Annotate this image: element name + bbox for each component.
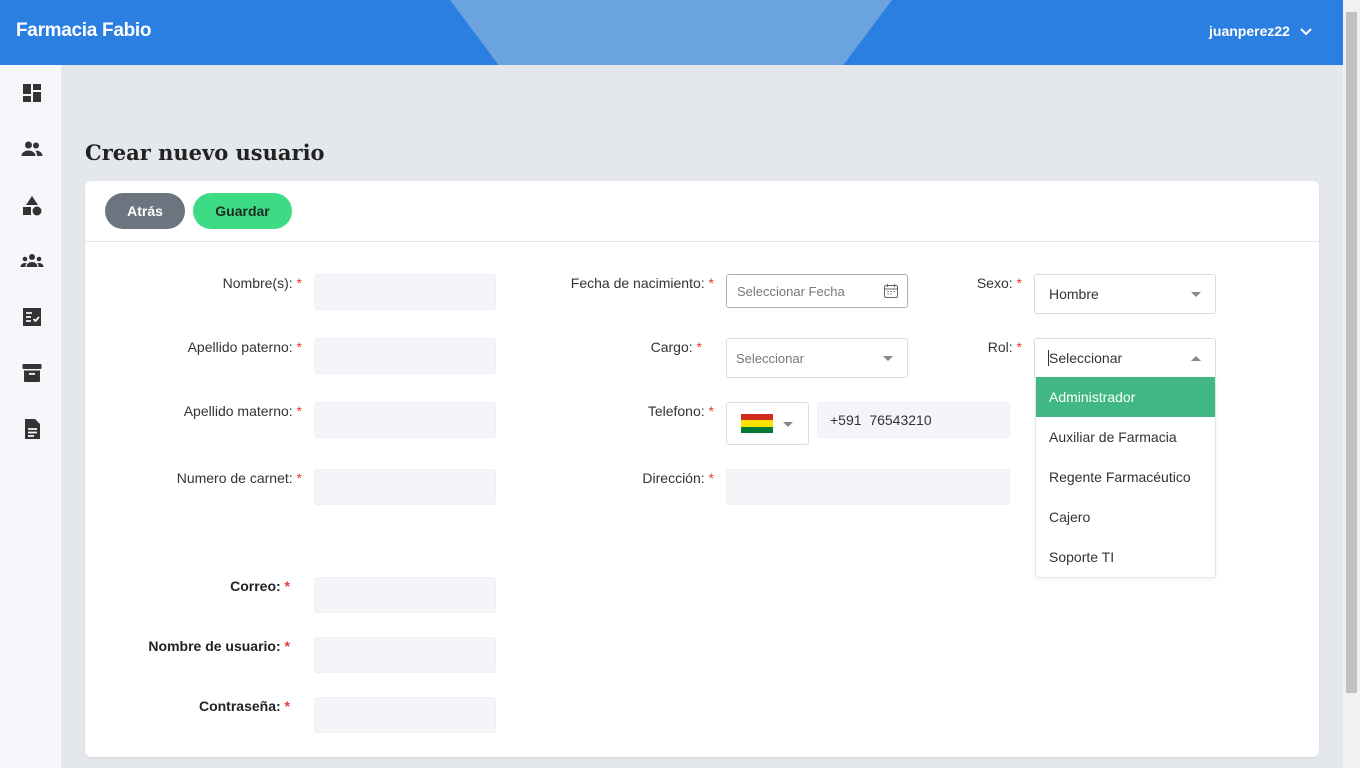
rol-option-administrador[interactable]: Administrador bbox=[1036, 377, 1215, 417]
form-card: Atrás Guardar Nombre(s): * Apellido pate… bbox=[85, 181, 1319, 757]
fecha-picker[interactable]: Seleccionar Fecha bbox=[726, 274, 908, 308]
apellido-paterno-input[interactable] bbox=[314, 338, 496, 374]
password-input[interactable] bbox=[314, 697, 496, 733]
fecha-label: Fecha de nacimiento: * bbox=[570, 275, 714, 291]
rol-option-cajero[interactable]: Cajero bbox=[1036, 497, 1215, 537]
apellido-materno-input[interactable] bbox=[314, 402, 496, 438]
country-code-select[interactable] bbox=[726, 402, 809, 445]
telefono-input[interactable] bbox=[817, 402, 1010, 438]
bolivia-flag-icon bbox=[741, 414, 773, 433]
chevron-down-icon bbox=[1300, 28, 1312, 36]
user-menu[interactable]: juanperez22 bbox=[1209, 23, 1314, 39]
usuario-input[interactable] bbox=[314, 637, 496, 673]
carnet-label: Numero de carnet: * bbox=[176, 470, 302, 486]
nombres-input[interactable] bbox=[314, 274, 496, 310]
dashboard-icon[interactable] bbox=[20, 81, 44, 105]
telefono-label: Telefono: * bbox=[647, 403, 714, 419]
direccion-input[interactable] bbox=[726, 469, 1010, 505]
sexo-value: Hombre bbox=[1049, 286, 1099, 302]
header-decoration bbox=[450, 0, 892, 65]
sexo-select[interactable]: Hombre bbox=[1034, 274, 1216, 314]
correo-label: Correo: * bbox=[230, 578, 290, 594]
fecha-placeholder: Seleccionar Fecha bbox=[737, 283, 845, 299]
save-button[interactable]: Guardar bbox=[193, 193, 292, 229]
rol-option-soporte[interactable]: Soporte TI bbox=[1036, 537, 1215, 577]
groups-icon[interactable] bbox=[20, 249, 44, 273]
rol-select[interactable]: Seleccionar bbox=[1034, 338, 1216, 378]
scrollbar[interactable] bbox=[1343, 0, 1360, 768]
apellido-paterno-label: Apellido paterno: * bbox=[187, 339, 302, 355]
username: juanperez22 bbox=[1209, 23, 1290, 39]
calendar-icon bbox=[884, 284, 898, 298]
direccion-label: Dirección: * bbox=[642, 470, 714, 486]
users-icon[interactable] bbox=[20, 137, 44, 161]
card-toolbar: Atrás Guardar bbox=[85, 181, 1319, 242]
rol-placeholder: Seleccionar bbox=[1048, 350, 1123, 366]
top-header: Farmacia Fabio juanperez22 bbox=[0, 0, 1343, 65]
sexo-label: Sexo: * bbox=[976, 275, 1022, 291]
apellido-materno-label: Apellido materno: * bbox=[183, 403, 302, 419]
nombres-label: Nombre(s): * bbox=[222, 275, 302, 291]
correo-input[interactable] bbox=[314, 577, 496, 613]
rol-option-regente[interactable]: Regente Farmacéutico bbox=[1036, 457, 1215, 497]
caret-down-icon bbox=[1191, 292, 1201, 297]
password-label: Contraseña: * bbox=[198, 698, 290, 714]
sidebar bbox=[0, 65, 61, 768]
document-icon[interactable] bbox=[20, 417, 44, 441]
back-button[interactable]: Atrás bbox=[105, 193, 185, 229]
cargo-label: Cargo: * bbox=[650, 339, 702, 355]
rol-dropdown: Administrador Auxiliar de Farmacia Regen… bbox=[1035, 377, 1216, 578]
caret-down-icon bbox=[883, 356, 893, 361]
brand-title[interactable]: Farmacia Fabio bbox=[16, 20, 151, 42]
carnet-input[interactable] bbox=[314, 469, 496, 505]
usuario-label: Nombre de usuario: * bbox=[148, 638, 290, 654]
rol-label: Rol: * bbox=[987, 339, 1022, 355]
checklist-icon[interactable] bbox=[20, 305, 44, 329]
scrollbar-thumb[interactable] bbox=[1346, 12, 1357, 693]
caret-down-icon bbox=[783, 421, 793, 427]
caret-up-icon bbox=[1191, 356, 1201, 361]
rol-option-auxiliar[interactable]: Auxiliar de Farmacia bbox=[1036, 417, 1215, 457]
archive-icon[interactable] bbox=[20, 361, 44, 385]
shapes-icon[interactable] bbox=[20, 194, 44, 218]
page-title: Crear nuevo usuario bbox=[85, 140, 325, 165]
cargo-placeholder: Seleccionar bbox=[736, 350, 804, 366]
cargo-select[interactable]: Seleccionar bbox=[726, 338, 908, 378]
